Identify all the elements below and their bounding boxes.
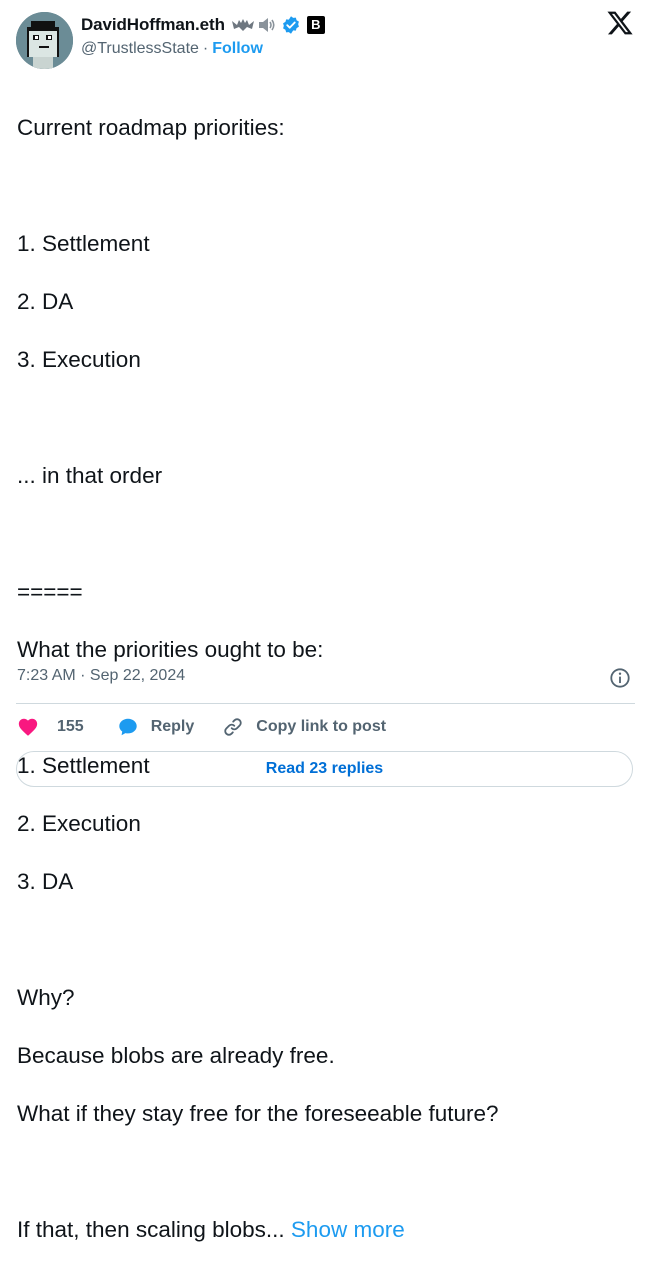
tweet-line: 2. Execution — [17, 811, 141, 836]
read-replies-label: Read 23 replies — [265, 760, 384, 777]
info-icon[interactable] — [609, 667, 631, 689]
x-logo-icon[interactable] — [606, 9, 634, 37]
copy-link-label: Copy link to post — [256, 718, 387, 735]
avatar[interactable] — [16, 12, 73, 69]
tweet-line: Current roadmap priorities: — [17, 115, 285, 140]
author-handle[interactable]: @TrustlessState — [81, 40, 199, 58]
tweet-line: 3. DA — [17, 869, 74, 894]
tweet-line: What the priorities ought to be: — [17, 637, 324, 662]
like-count: 155 — [57, 718, 84, 735]
author-handle-row: @TrustlessState · Follow — [81, 40, 263, 58]
like-button[interactable]: 155 — [17, 716, 84, 738]
speech-bubble-icon — [118, 718, 137, 736]
tweet-actions: 155 Reply Copy link to post — [17, 715, 386, 739]
tweet-line: ... in that order — [17, 463, 163, 488]
copy-link-button[interactable]: Copy link to post — [222, 716, 386, 738]
speaker-icon — [258, 18, 275, 32]
tweet-line: 1. Settlement — [17, 231, 150, 256]
timestamp[interactable]: 7:23 AM · Sep 22, 2024 — [17, 667, 185, 685]
author-name-row: DavidHoffman.eth B — [81, 13, 325, 37]
punk-avatar-icon — [16, 12, 73, 69]
read-replies-button[interactable]: Read 23 replies — [16, 751, 633, 787]
heart-icon — [18, 718, 38, 736]
follow-button[interactable]: Follow — [212, 40, 263, 58]
affiliate-badge[interactable]: B — [306, 16, 325, 34]
tweet-line: 3. Execution — [17, 347, 141, 372]
tweet-line: Because blobs are already free. — [17, 1043, 335, 1068]
name-emoji-group — [231, 17, 277, 33]
bat-icon — [231, 19, 254, 31]
show-more-link[interactable]: Show more — [291, 1217, 405, 1242]
tweet-last-line: If that, then scaling blobs... Show more — [17, 1215, 637, 1244]
tweet-truncated-text: If that, then scaling blobs... — [17, 1217, 291, 1242]
divider — [16, 703, 635, 704]
link-icon — [224, 718, 242, 736]
tweet-line: What if they stay free for the foreseeab… — [17, 1101, 499, 1126]
reply-label: Reply — [150, 718, 195, 735]
tweet-line: 2. DA — [17, 289, 74, 314]
display-name[interactable]: DavidHoffman.eth — [81, 15, 225, 35]
reply-button[interactable]: Reply — [117, 716, 195, 738]
tweet-line: ===== — [17, 579, 83, 604]
tweet-line: Why? — [17, 985, 75, 1010]
separator-dot: · — [202, 40, 209, 57]
tweet-embed-card: DavidHoffman.eth B @TrustlessState · Fol… — [0, 0, 651, 1242]
verified-badge-icon — [282, 16, 299, 34]
